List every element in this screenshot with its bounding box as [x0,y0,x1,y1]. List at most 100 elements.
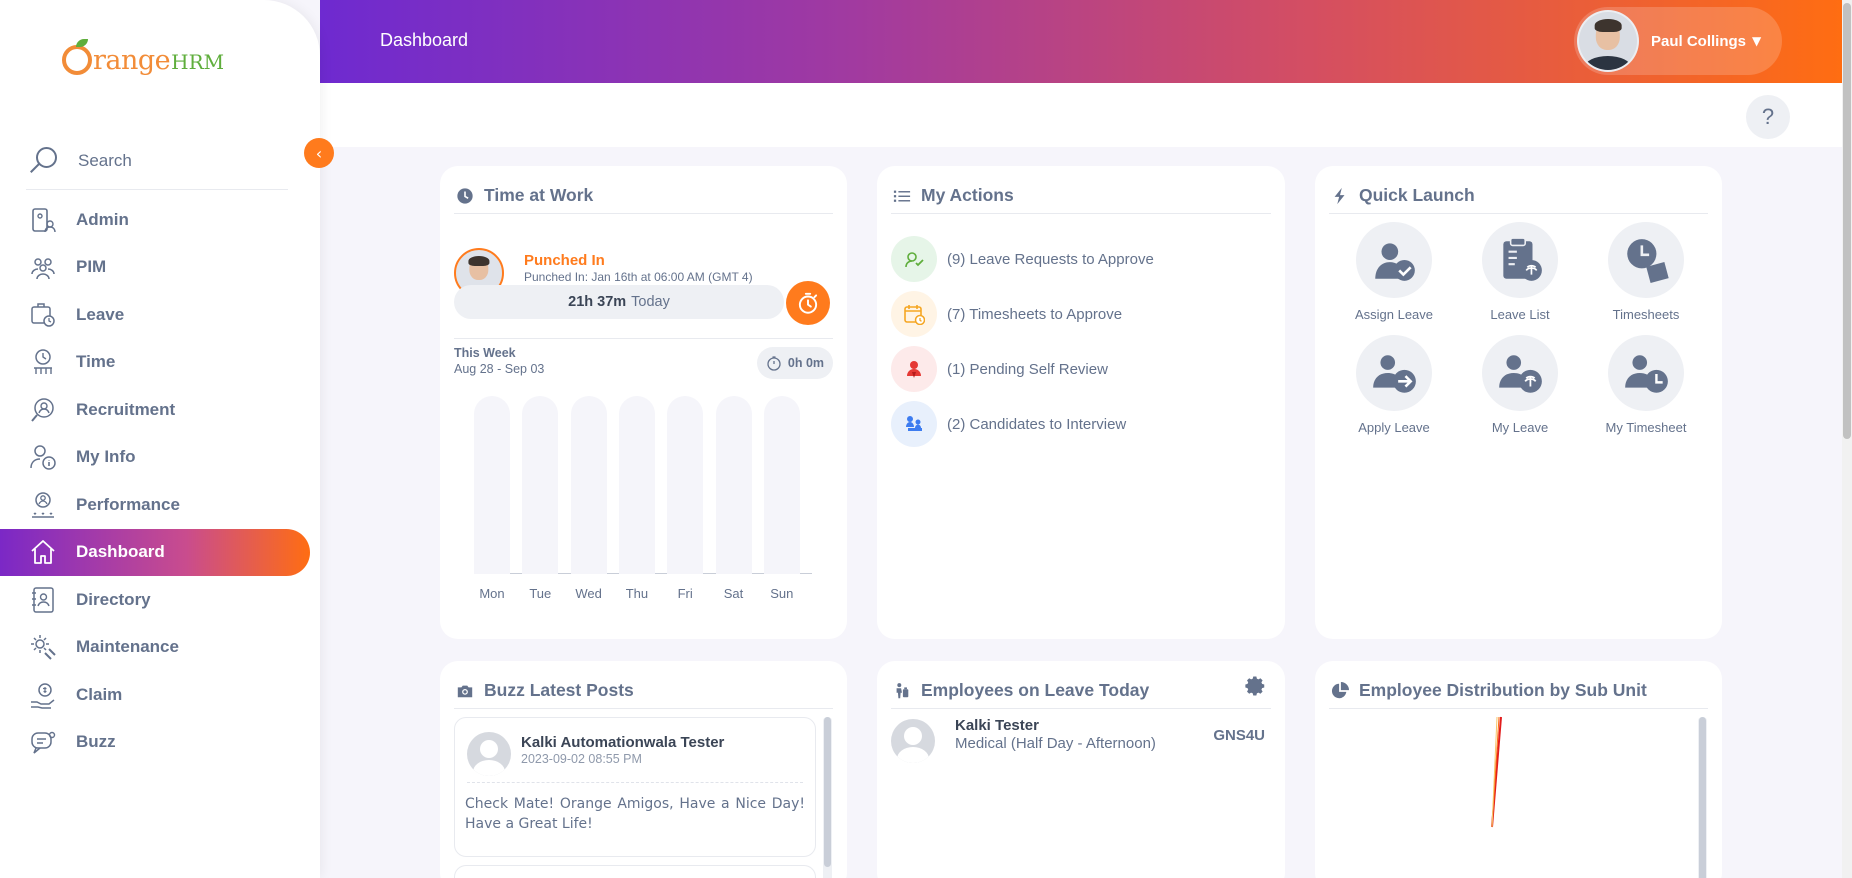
my-timesheet-icon [1608,335,1684,411]
sidebar-item-pim[interactable]: PIM [0,244,310,292]
week-bar-chart [474,396,812,574]
sidebar-item-performance[interactable]: Performance [0,481,310,529]
stopwatch-icon [767,356,781,371]
leave-person-icon [891,680,913,702]
logo-suffix: HRM [171,50,225,74]
sidebar-item-recruitment[interactable]: Recruitment [0,386,310,434]
sidebar-item-label: Buzz [76,732,116,752]
sidebar-item-leave[interactable]: Leave [0,291,310,339]
lightning-icon [1329,185,1351,207]
day-bar [522,396,559,574]
sidebar-item-label: Time [76,352,116,372]
week-range: Aug 28 - Sep 03 [454,362,545,376]
topbar: Dashboard Paul Collings ▼ [320,0,1842,83]
quick-launch-apply-leave[interactable]: Apply Leave [1339,335,1449,435]
camera-icon [454,680,476,702]
settings-gear-icon[interactable] [1245,675,1267,697]
day-bar [715,396,752,574]
leave-row[interactable]: Kalki Tester Medical (Half Day - Afterno… [891,717,1265,767]
leave-today-card: Employees on Leave Today Kalki Tester Me… [877,661,1285,878]
my-info-icon [28,442,58,472]
action-item[interactable]: (9) Leave Requests to Approve [891,236,1154,282]
quick-launch-my-timesheet[interactable]: My Timesheet [1591,335,1701,435]
collapse-sidebar-button[interactable]: ‹ [304,138,334,168]
day-bar [474,396,510,574]
leave-type: Medical (Half Day - Afternoon) [955,735,1156,752]
day-label: Tue [529,586,552,601]
my-actions-card: My Actions (9) Leave Requests to Approve… [877,166,1285,639]
sub-unit-code: GNS4U [1213,727,1265,744]
sidebar-item-label: Recruitment [76,399,176,419]
help-button[interactable]: ? [1746,95,1790,139]
quick-launch-leave-list[interactable]: Leave List [1465,222,1575,322]
day-label: Wed [575,586,602,601]
sidebar-item-time[interactable]: Time [0,339,310,387]
interview-icon [891,401,937,447]
day-label: Mon [479,586,505,601]
sidebar-item-label: PIM [76,257,107,277]
card-title: Employees on Leave Today [891,673,1271,709]
action-label: (9) Leave Requests to Approve [947,250,1154,268]
day-label: Sat [723,586,744,601]
sidebar-item-label: Claim [76,684,123,704]
sidebar-item-directory[interactable]: Directory [0,576,310,624]
buzz-post[interactable]: Kalki Automationwala Tester 2023-09-02 0… [454,717,816,857]
sidebar-item-label: Performance [76,494,180,514]
page-scrollbar[interactable] [1842,0,1852,878]
pie-chart-icon [1329,680,1351,702]
user-dropdown[interactable]: Paul Collings ▼ [1574,7,1782,75]
avatar [891,719,935,763]
day-label: Fri [677,586,693,601]
sidebar-search [26,132,288,190]
punch-timer-button[interactable] [786,281,830,325]
search-icon [26,145,58,177]
action-item[interactable]: (2) Candidates to Interview [891,401,1126,447]
quick-launch-label: My Timesheet [1605,420,1687,435]
quick-launch-assign-leave[interactable]: Assign Leave [1339,222,1449,322]
home-icon [28,537,58,567]
main-menu: Admin PIM Leave Time Recruitment My Info Perfo… [0,196,310,766]
buzz-post[interactable] [454,865,816,878]
search-input[interactable] [78,150,268,171]
sidebar-item-claim[interactable]: Claim [0,671,310,719]
week-total: 0h 0m [757,347,833,379]
sidebar-item-my-info[interactable]: My Info [0,434,310,482]
sidebar-item-label: Maintenance [76,637,179,657]
clock-icon [454,185,476,207]
action-item[interactable]: (1) Pending Self Review [891,346,1108,392]
buzz-scrollbar[interactable] [823,717,832,878]
action-label: (2) Candidates to Interview [947,415,1127,433]
post-body: Check Mate! Orange Amigos, Have a Nice D… [465,796,805,832]
card-title: Employee Distribution by Sub Unit [1329,673,1708,709]
quick-launch-card: Quick Launch Assign Leave Leave List Times… [1315,166,1722,639]
day-bar [667,396,704,574]
apply-leave-icon [1356,335,1432,411]
list-icon [891,185,913,207]
sub-header: ? [320,83,1842,147]
day-label: Thu [625,586,649,601]
today-hours: 21h 37m Today [454,285,784,319]
caret-down-icon: ▼ [1752,34,1762,48]
day-bar [763,396,800,574]
distribution-scrollbar[interactable] [1698,717,1707,878]
sidebar-item-maintenance[interactable]: Maintenance [0,624,310,672]
action-item[interactable]: (7) Timesheets to Approve [891,291,1122,337]
stopwatch-icon [798,292,818,314]
quick-launch-my-leave[interactable]: My Leave [1465,335,1575,435]
sidebar-item-label: Directory [76,589,151,609]
day-bar [618,396,655,574]
leave-list-icon [1482,222,1558,298]
buzz-icon [28,727,58,757]
sidebar-item-dashboard[interactable]: Dashboard [0,528,310,576]
action-label: (7) Timesheets to Approve [947,305,1123,323]
card-title: Quick Launch [1329,178,1708,214]
quick-launch-timesheets[interactable]: Timesheets [1591,222,1701,322]
card-title: Buzz Latest Posts [454,673,833,709]
sidebar-item-label: Admin [76,209,129,229]
page-title: Dashboard [380,30,469,50]
sidebar-item-admin[interactable]: Admin [0,196,310,244]
sidebar-item-buzz[interactable]: Buzz [0,719,310,767]
quick-launch-label: Leave List [1490,307,1550,322]
orangehrm-logo[interactable]: range HRM [62,38,224,82]
sidebar: range HRM Admin PIM Leave Time Recruitment My… [0,0,320,878]
